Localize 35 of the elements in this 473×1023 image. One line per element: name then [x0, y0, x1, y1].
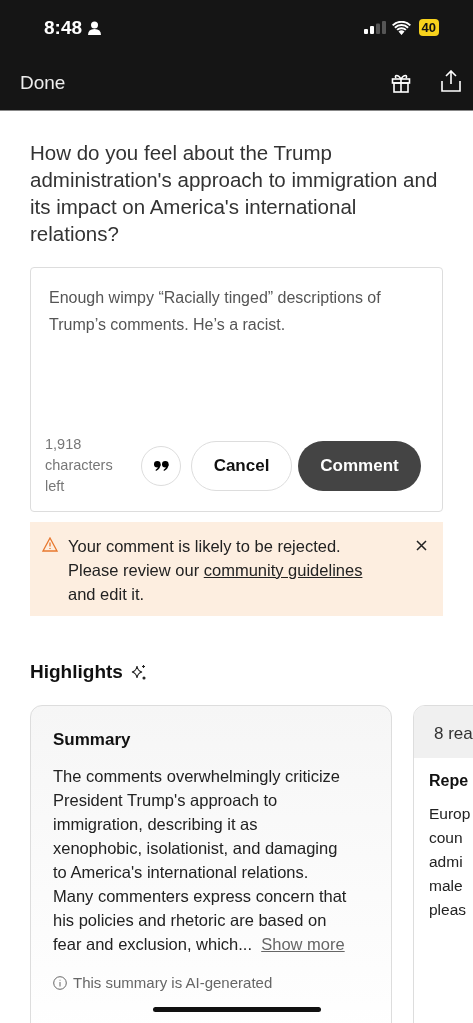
- guidelines-link[interactable]: community guidelines: [203, 561, 363, 579]
- comment-input[interactable]: Enough wimpy “Racially tinged” descriptions of Trump’s comments. He’s a racist.: [49, 284, 428, 434]
- signal-icon: [363, 21, 386, 34]
- clock: 8:48: [44, 16, 83, 39]
- wifi-icon: [391, 20, 411, 35]
- quote-button[interactable]: [141, 445, 181, 486]
- summary-text: The comments overwhelmingly criticize President Trump's approach to immigration, describing it as xenophobic, isolationist, and damaging to America's international relations. Many commenters express concern that his policies and rhetoric are based on fear and exclusion, which... Show more: [53, 766, 348, 955]
- comment-button[interactable]: Comment: [298, 440, 421, 491]
- cancel-button[interactable]: Cancel: [191, 440, 292, 491]
- card-title: Repe: [429, 772, 470, 790]
- show-more-link[interactable]: Show more: [261, 935, 345, 953]
- warning-text: Your comment is likely to be rejected. Please review our community guidelines and edit it.: [68, 536, 364, 605]
- card-title: Summary: [53, 730, 132, 750]
- highlights-heading: Highlights: [30, 661, 123, 683]
- person-icon: [88, 20, 102, 35]
- character-count: 1,918: [45, 435, 83, 454]
- card-text-line: male: [429, 876, 464, 896]
- character-count-label: characters left: [45, 456, 114, 496]
- card-text-line: admi: [429, 852, 464, 872]
- card-text-line: pleas: [429, 900, 468, 920]
- question-text: How do you feel about the Trump administration's approach to immigration and its impact on America's international relations?: [30, 140, 439, 247]
- share-icon[interactable]: [441, 69, 461, 92]
- sparkle-icon: [129, 663, 147, 681]
- gift-icon[interactable]: [391, 72, 411, 93]
- warning-icon: [42, 537, 58, 552]
- done-button[interactable]: Done: [20, 71, 66, 94]
- card-header-text: 8 rea: [434, 724, 473, 743]
- close-icon[interactable]: [416, 540, 427, 551]
- ai-note: This summary is AI-generated: [73, 974, 273, 991]
- quote-icon: [153, 460, 169, 471]
- comment-box[interactable]: Enough wimpy “Racially tinged” descriptions of Trump’s comments. He’s a racist. 1,918 characters left Cancel Comment: [30, 267, 443, 512]
- info-icon: [53, 975, 67, 990]
- card-text-line: Europ: [429, 804, 472, 824]
- card-text-line: coun: [429, 828, 464, 848]
- battery-level: 40: [418, 19, 439, 36]
